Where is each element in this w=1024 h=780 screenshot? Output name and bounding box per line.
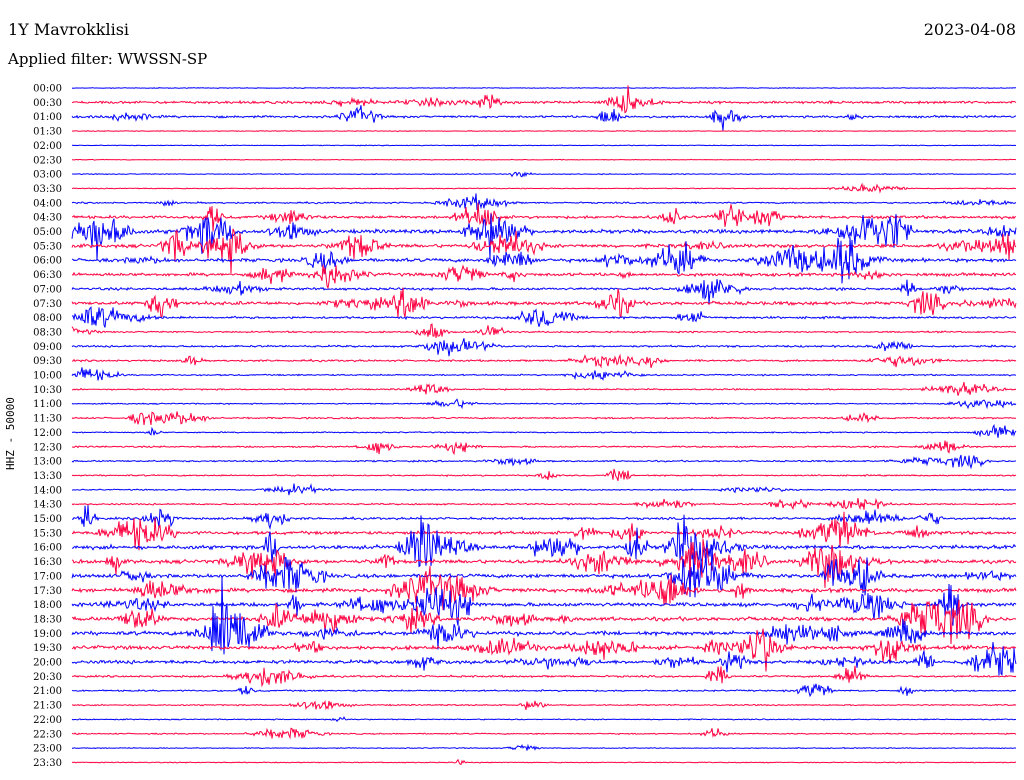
row-time-label: 12:30 <box>33 442 62 453</box>
row-time-label: 19:00 <box>33 629 62 640</box>
trace-row <box>71 665 1017 688</box>
trace-row <box>72 505 1017 531</box>
trace-row <box>72 144 1017 147</box>
row-time-label: 17:00 <box>33 571 62 582</box>
row-time-label: 11:30 <box>33 414 62 425</box>
row-time-label: 20:30 <box>33 672 62 683</box>
trace-row <box>71 683 1017 698</box>
trace-row <box>71 202 1017 232</box>
row-time-label: 00:00 <box>33 84 62 95</box>
row-time-label: 00:30 <box>33 98 62 109</box>
row-time-label: 03:00 <box>33 170 62 181</box>
row-time-label: 14:00 <box>33 485 62 496</box>
row-time-label: 04:30 <box>33 213 62 224</box>
row-time-label: 01:00 <box>33 112 62 123</box>
trace-row <box>71 699 1017 711</box>
row-time-label: 18:00 <box>33 600 62 611</box>
trace-row <box>71 423 1017 438</box>
row-time-label: 10:00 <box>33 371 62 382</box>
row-time-label: 13:00 <box>33 457 62 468</box>
row-time-label: 06:00 <box>33 256 62 267</box>
trace-row <box>71 86 1017 90</box>
trace-row <box>71 411 1017 426</box>
row-time-label: 09:30 <box>33 356 62 367</box>
row-time-label: 12:00 <box>33 428 62 439</box>
row-time-label: 16:00 <box>33 543 62 554</box>
trace-row <box>71 483 1016 496</box>
trace-row <box>71 264 1017 290</box>
trace-row <box>71 182 1017 194</box>
trace-row <box>71 306 1017 328</box>
row-time-label: 22:00 <box>33 715 62 726</box>
row-time-label: 05:30 <box>33 241 62 252</box>
trace-row <box>71 353 1017 369</box>
trace-row <box>71 85 1017 114</box>
row-time-label: 23:30 <box>33 758 62 769</box>
trace-row <box>72 171 1017 178</box>
row-time-label: 09:00 <box>33 342 62 353</box>
trace-row <box>71 468 1017 481</box>
row-time-label: 07:00 <box>33 284 62 295</box>
row-time-label: 16:30 <box>33 557 62 568</box>
row-time-label: 23:00 <box>33 744 62 755</box>
row-time-label: 21:30 <box>33 701 62 712</box>
row-time-label: 19:30 <box>33 643 62 654</box>
row-time-label: 02:30 <box>33 155 62 166</box>
row-time-label: 18:30 <box>33 614 62 625</box>
trace-row <box>71 398 1017 410</box>
trace-row <box>71 381 1017 396</box>
trace-row <box>71 497 1017 511</box>
trace-row <box>71 105 1017 131</box>
trace-row <box>71 440 1017 456</box>
trace-row <box>71 454 1016 470</box>
row-time-label: 10:30 <box>33 385 62 396</box>
helicorder-plot: 00:00 00:30 01:00 01:30 02:00 02:30 03:00 03:30… <box>33 84 1017 769</box>
row-time-label: 15:00 <box>33 514 62 525</box>
trace-row <box>71 514 1017 586</box>
row-time-label: 15:30 <box>33 528 62 539</box>
trace-row <box>71 743 1017 751</box>
row-time-label: 21:00 <box>33 686 62 697</box>
row-time-label: 03:30 <box>33 184 62 195</box>
row-time-label: 02:00 <box>33 141 62 152</box>
row-time-label: 08:00 <box>33 313 62 324</box>
row-time-label: 22:30 <box>33 729 62 740</box>
row-time-label: 05:00 <box>33 227 62 238</box>
trace-row <box>71 338 1017 357</box>
trace-row <box>71 323 1016 338</box>
trace-row <box>71 158 1017 161</box>
row-time-label: 11:00 <box>33 399 62 410</box>
trace-row <box>71 193 1017 211</box>
trace-row <box>71 130 1017 133</box>
row-time-label: 07:30 <box>33 299 62 310</box>
trace-row <box>71 367 1016 381</box>
row-time-label: 06:30 <box>33 270 62 281</box>
row-time-label: 14:30 <box>33 500 62 511</box>
row-time-label: 01:30 <box>33 127 62 138</box>
trace-row <box>71 716 1017 723</box>
row-time-label: 13:30 <box>33 471 62 482</box>
row-time-label: 17:30 <box>33 586 62 597</box>
trace-row <box>71 727 1017 740</box>
trace-row <box>71 279 1017 305</box>
trace-row <box>71 287 1017 319</box>
trace-row <box>71 565 1017 610</box>
row-time-label: 04:00 <box>33 198 62 209</box>
row-time-label: 20:00 <box>33 658 62 669</box>
row-time-label: 08:30 <box>33 327 62 338</box>
trace-row <box>71 758 1017 766</box>
